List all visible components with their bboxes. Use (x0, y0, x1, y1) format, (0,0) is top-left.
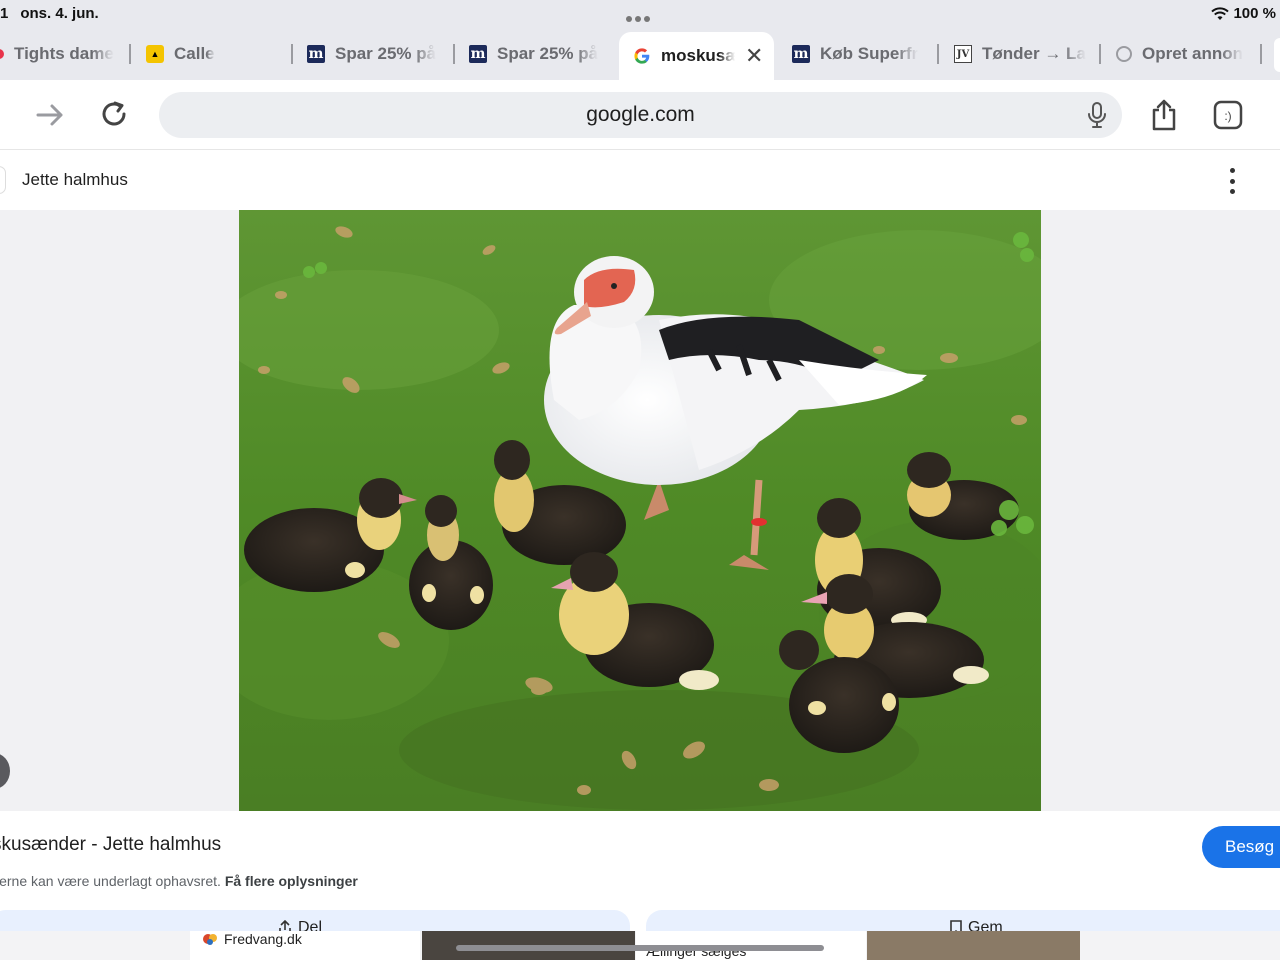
forward-arrow-icon (36, 104, 63, 126)
tab-koeb-superfr[interactable]: m Køb Superfr (792, 32, 924, 76)
close-tab-icon[interactable]: ✕ (745, 43, 763, 69)
calle-logo-icon: ▲ (146, 45, 164, 63)
previous-image-button[interactable] (0, 753, 10, 789)
m-logo-icon: m (792, 45, 810, 63)
generic-site-icon (1116, 46, 1132, 62)
jv-logo-icon: JV (954, 45, 972, 63)
wifi-icon (1211, 6, 1230, 20)
related-source-name: Fredvang.dk (224, 931, 302, 947)
tab-label: moskusænder (661, 46, 735, 65)
image-viewer (0, 210, 1280, 811)
tab-spar-25-2[interactable]: m Spar 25% på (469, 32, 609, 76)
tab-separator (291, 44, 293, 64)
duck-photo[interactable] (239, 210, 1041, 811)
forward-button[interactable] (32, 97, 68, 133)
tab-label: Tønder → La (982, 44, 1086, 63)
home-indicator[interactable] (456, 945, 824, 951)
status-right: 100 % (1211, 5, 1276, 22)
google-g-icon (634, 48, 650, 64)
tab-separator (1260, 44, 1262, 64)
red-dot-icon (0, 49, 4, 59)
m-logo-icon: m (307, 45, 325, 63)
browser-window: 1 ons. 4. jun. 100 % Tights dame ▲ Calle … (0, 0, 1280, 960)
tab-label: Spar 25% på (497, 44, 599, 63)
tab-toender[interactable]: JV Tønder → La (954, 32, 1086, 76)
tab-separator (453, 44, 455, 64)
battery-level: 100 % (1233, 5, 1276, 22)
share-button[interactable] (1146, 97, 1182, 133)
duck-image (239, 210, 1041, 811)
copyright-text: lerne kan være underlagt ophavsret. (0, 873, 221, 889)
tab-bar: Tights dame ▲ Calle m Spar 25% på m Spar… (0, 28, 1280, 80)
tab-label: Calle (174, 44, 215, 63)
toolbar: google.com :) (0, 80, 1280, 150)
site-favicon-icon (203, 934, 217, 945)
tab-switcher-icon: :) (1213, 100, 1243, 130)
tab-moskusaender-active[interactable]: moskusænder ✕ (619, 32, 774, 80)
status-date: ons. 4. jun. (20, 5, 99, 22)
microphone-icon[interactable] (1084, 101, 1110, 129)
reload-button[interactable] (97, 97, 133, 133)
svg-text::): :) (1224, 109, 1231, 123)
tab-label: Køb Superfr (820, 44, 919, 63)
tab-separator (129, 44, 131, 64)
tab-separator (937, 44, 939, 64)
share-icon (1152, 99, 1176, 131)
related-thumb-4[interactable] (867, 931, 1080, 960)
tab-separator (1099, 44, 1101, 64)
tab-label: Spar 25% på (335, 44, 437, 63)
back-to-results-edge[interactable] (0, 166, 6, 194)
tab-calle[interactable]: ▲ Calle (146, 32, 286, 76)
more-options-icon[interactable] (1222, 168, 1242, 194)
status-bar: 1 ons. 4. jun. 100 % (0, 0, 1280, 28)
related-source: Fredvang.dk (202, 931, 302, 947)
related-card-1[interactable]: Fredvang.dk (190, 931, 420, 960)
m-logo-icon: m (469, 45, 487, 63)
address-bar[interactable]: google.com (159, 92, 1122, 138)
copyright-notice: lerne kan være underlagt ophavsret. Få f… (0, 873, 358, 889)
more-info-link[interactable]: Få flere oplysninger (225, 873, 358, 889)
tab-label: Opret annon (1142, 44, 1244, 63)
url-text: google.com (586, 103, 695, 126)
status-left: 1 ons. 4. jun. (0, 5, 99, 22)
source-name: Jette halmhus (22, 170, 128, 189)
reload-icon (102, 101, 126, 126)
tab-opret-annonce[interactable]: Opret annon (1116, 32, 1252, 76)
tab-label: Tights dame (14, 44, 114, 63)
new-tab-button[interactable] (1274, 38, 1280, 72)
tab-switcher-button[interactable]: :) (1210, 97, 1246, 133)
result-title[interactable]: skusænder - Jette halmhus (0, 834, 221, 856)
multitasking-dots-icon[interactable] (626, 9, 653, 27)
tab-tights-dame[interactable]: Tights dame (0, 32, 118, 76)
status-time: 1 (0, 5, 9, 22)
result-header: Jette halmhus (0, 150, 1280, 210)
tab-spar-25-1[interactable]: m Spar 25% på (307, 32, 447, 76)
visit-button[interactable]: Besøg (1202, 826, 1280, 868)
